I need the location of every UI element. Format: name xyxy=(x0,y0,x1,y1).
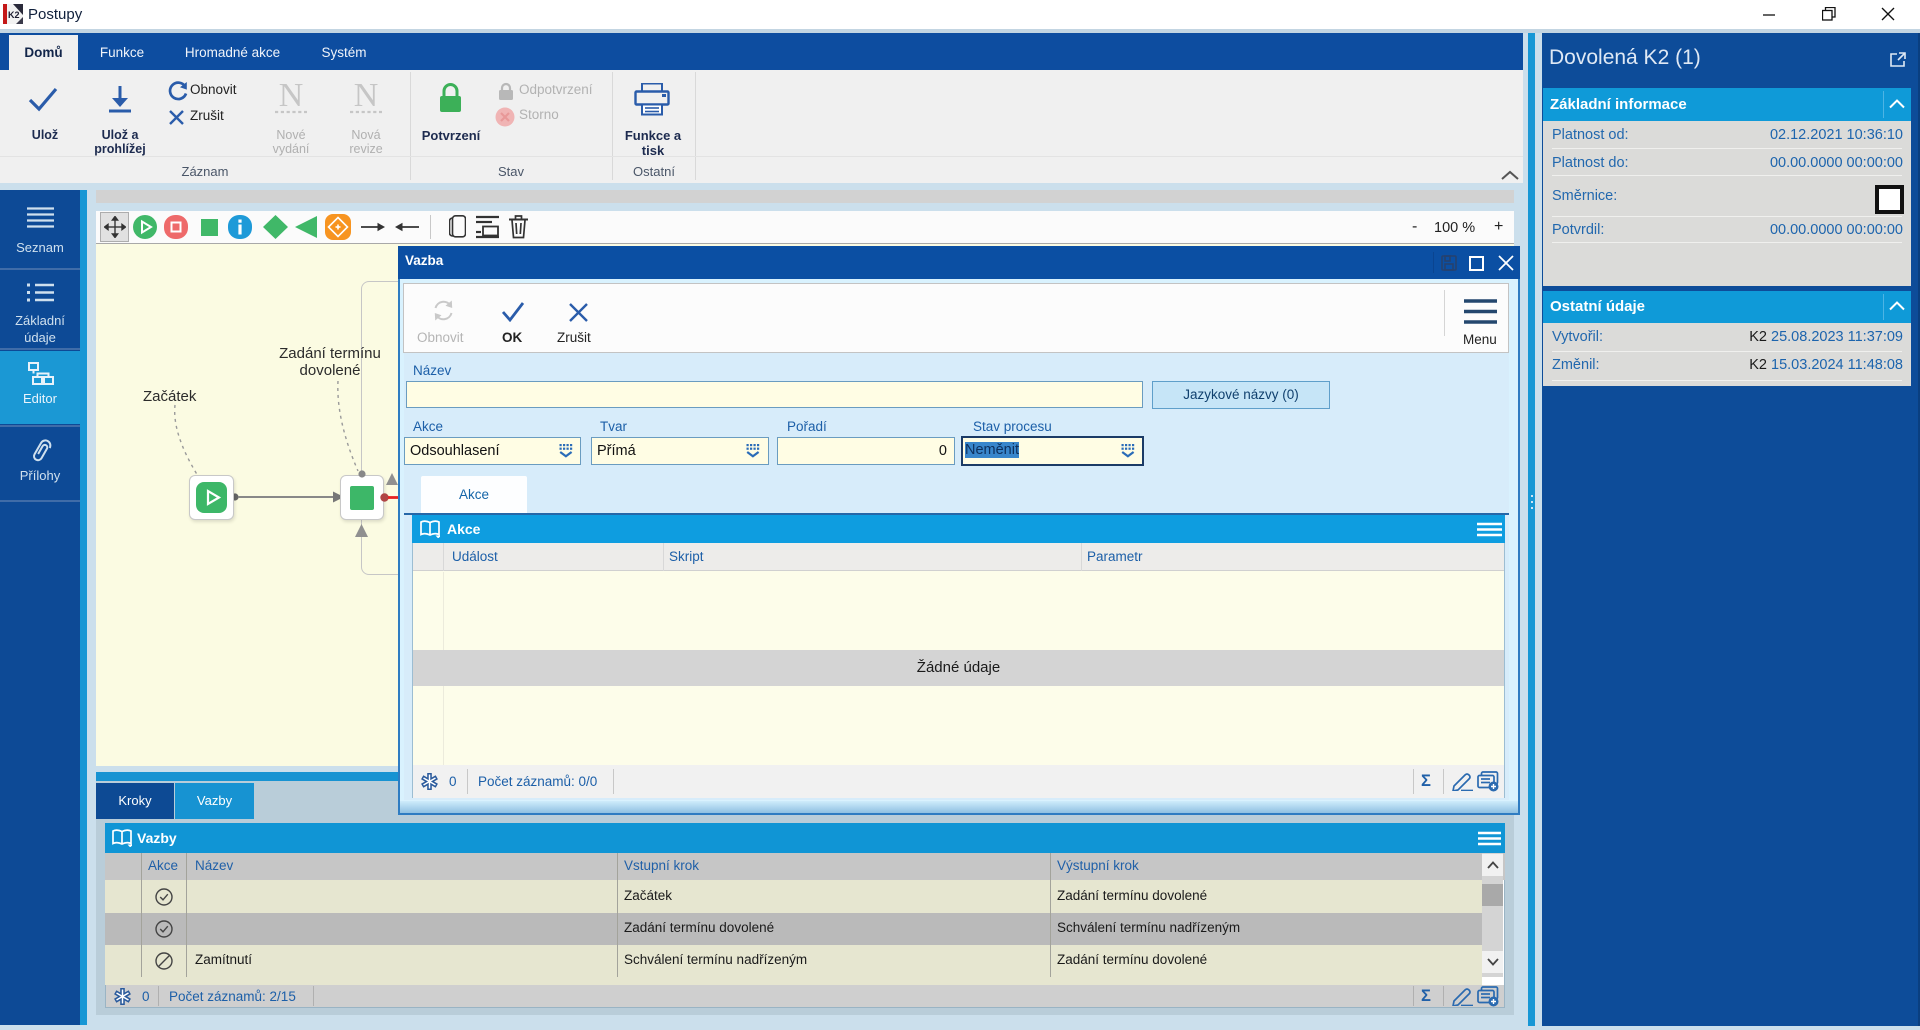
svg-text:K2: K2 xyxy=(8,10,20,20)
